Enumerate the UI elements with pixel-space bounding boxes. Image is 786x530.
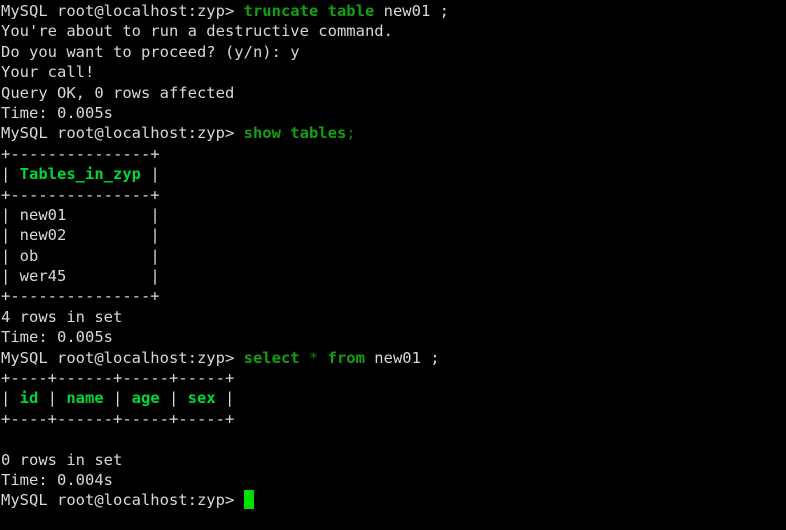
rowcount-select: 0 rows in set — [1, 450, 786, 470]
time-select-seg-0: Time: 0.004s — [1, 470, 113, 489]
confirm-prompt-seg-0: Do you want to proceed? (y/n): y — [1, 42, 300, 61]
select-header-row-seg-4: | — [103, 389, 132, 408]
rowcount-show-tables: 4 rows in set — [1, 307, 786, 327]
command-select-seg-0: MySQL root@localhost:zyp> — [1, 348, 244, 367]
select-header-row-seg-8: | — [215, 389, 235, 408]
command-show-tables-seg-1: show tables — [243, 124, 347, 143]
rowcount-select-seg-0: 0 rows in set — [1, 450, 123, 469]
confirm-prompt: Do you want to proceed? (y/n): y — [1, 42, 786, 62]
command-truncate-seg-1: truncate table — [243, 2, 375, 20]
tables-row-wer45-seg-1: wer45 — [19, 267, 141, 286]
tables-row-new01: | new01 | — [1, 205, 786, 225]
select-header-row-seg-6: | — [159, 389, 188, 408]
your-call-message: Your call! — [1, 62, 786, 82]
command-truncate: MySQL root@localhost:zyp> truncate table… — [1, 1, 786, 21]
command-select-seg-3: from — [327, 348, 365, 367]
tables-border-top-seg-0: +---------------+ — [1, 144, 160, 163]
select-header-row-seg-7: sex — [187, 389, 216, 408]
tables-row-ob: | ob | — [1, 246, 786, 266]
command-truncate-seg-0: MySQL root@localhost:zyp> — [1, 2, 244, 20]
terminal-screen[interactable]: MySQL root@localhost:zyp> truncate table… — [0, 0, 786, 530]
command-select-seg-4: new01 ; — [364, 348, 440, 367]
your-call-message-seg-0: Your call! — [1, 63, 95, 82]
tables-header-row-seg-0: | — [1, 165, 20, 184]
time-truncate-seg-0: Time: 0.005s — [1, 103, 113, 122]
tables-row-new02-seg-2: | — [141, 226, 160, 245]
rowcount-show-tables-seg-0: 4 rows in set — [1, 307, 123, 326]
tables-row-new02-seg-0: | — [1, 226, 20, 245]
select-border-top: +----+------+-----+-----+ — [1, 368, 786, 388]
select-header-row-seg-1: id — [19, 389, 39, 408]
select-header-row: | id | name | age | sex | — [1, 388, 786, 408]
active-prompt-line-seg-0: MySQL root@localhost:zyp> — [1, 491, 244, 510]
tables-border-top: +---------------+ — [1, 144, 786, 164]
command-select: MySQL root@localhost:zyp> select * from … — [1, 348, 786, 368]
command-show-tables-seg-2: ; — [346, 124, 356, 143]
time-show-tables: Time: 0.005s — [1, 327, 786, 347]
command-select-seg-1: select — [243, 348, 300, 367]
select-border-top-seg-0: +----+------+-----+-----+ — [1, 369, 235, 388]
select-header-row-seg-0: | — [1, 389, 20, 408]
time-select: Time: 0.004s — [1, 470, 786, 490]
tables-header-row-seg-1: Tables_in_zyp — [19, 165, 141, 184]
command-truncate-seg-2: new01 ; — [374, 2, 449, 20]
tables-header-row-seg-2: | — [141, 165, 160, 184]
tables-row-ob-seg-0: | — [1, 246, 20, 265]
tables-border-mid: +---------------+ — [1, 185, 786, 205]
select-border-bottom-seg-0: +----+------+-----+-----+ — [1, 409, 235, 428]
time-truncate: Time: 0.005s — [1, 103, 786, 123]
command-select-seg-2: * — [299, 348, 328, 367]
tables-row-new01-seg-1: new01 — [19, 205, 141, 224]
query-ok-truncate-seg-0: Query OK, 0 rows affected — [1, 83, 235, 102]
tables-row-wer45-seg-2: | — [141, 267, 160, 286]
tables-row-ob-seg-1: ob — [19, 246, 141, 265]
tables-row-ob-seg-2: | — [141, 246, 160, 265]
warning-destructive-1: You're about to run a destructive comman… — [1, 21, 786, 41]
warning-destructive-1-seg-0: You're about to run a destructive comman… — [1, 22, 393, 41]
tables-row-wer45-seg-0: | — [1, 267, 20, 286]
command-show-tables-seg-0: MySQL root@localhost:zyp> — [1, 124, 244, 143]
tables-row-new02: | new02 | — [1, 225, 786, 245]
select-header-row-seg-5: age — [131, 389, 160, 408]
time-show-tables-seg-0: Time: 0.005s — [1, 328, 113, 347]
active-prompt-line: MySQL root@localhost:zyp> — [1, 490, 786, 510]
query-ok-truncate: Query OK, 0 rows affected — [1, 83, 786, 103]
tables-row-new01-seg-0: | — [1, 205, 20, 224]
select-header-row-seg-3: name — [66, 389, 104, 408]
tables-row-wer45: | wer45 | — [1, 266, 786, 286]
tables-border-bottom-seg-0: +---------------+ — [1, 287, 160, 306]
select-border-bottom: +----+------+-----+-----+ — [1, 409, 786, 429]
tables-border-bottom: +---------------+ — [1, 286, 786, 306]
tables-row-new01-seg-2: | — [141, 205, 160, 224]
select-header-row-seg-2: | — [38, 389, 67, 408]
text-cursor[interactable] — [243, 490, 254, 510]
command-show-tables: MySQL root@localhost:zyp> show tables; — [1, 123, 786, 143]
tables-row-new02-seg-1: new02 — [19, 226, 141, 245]
tables-header-row: | Tables_in_zyp | — [1, 164, 786, 184]
tables-border-mid-seg-0: +---------------+ — [1, 185, 160, 204]
